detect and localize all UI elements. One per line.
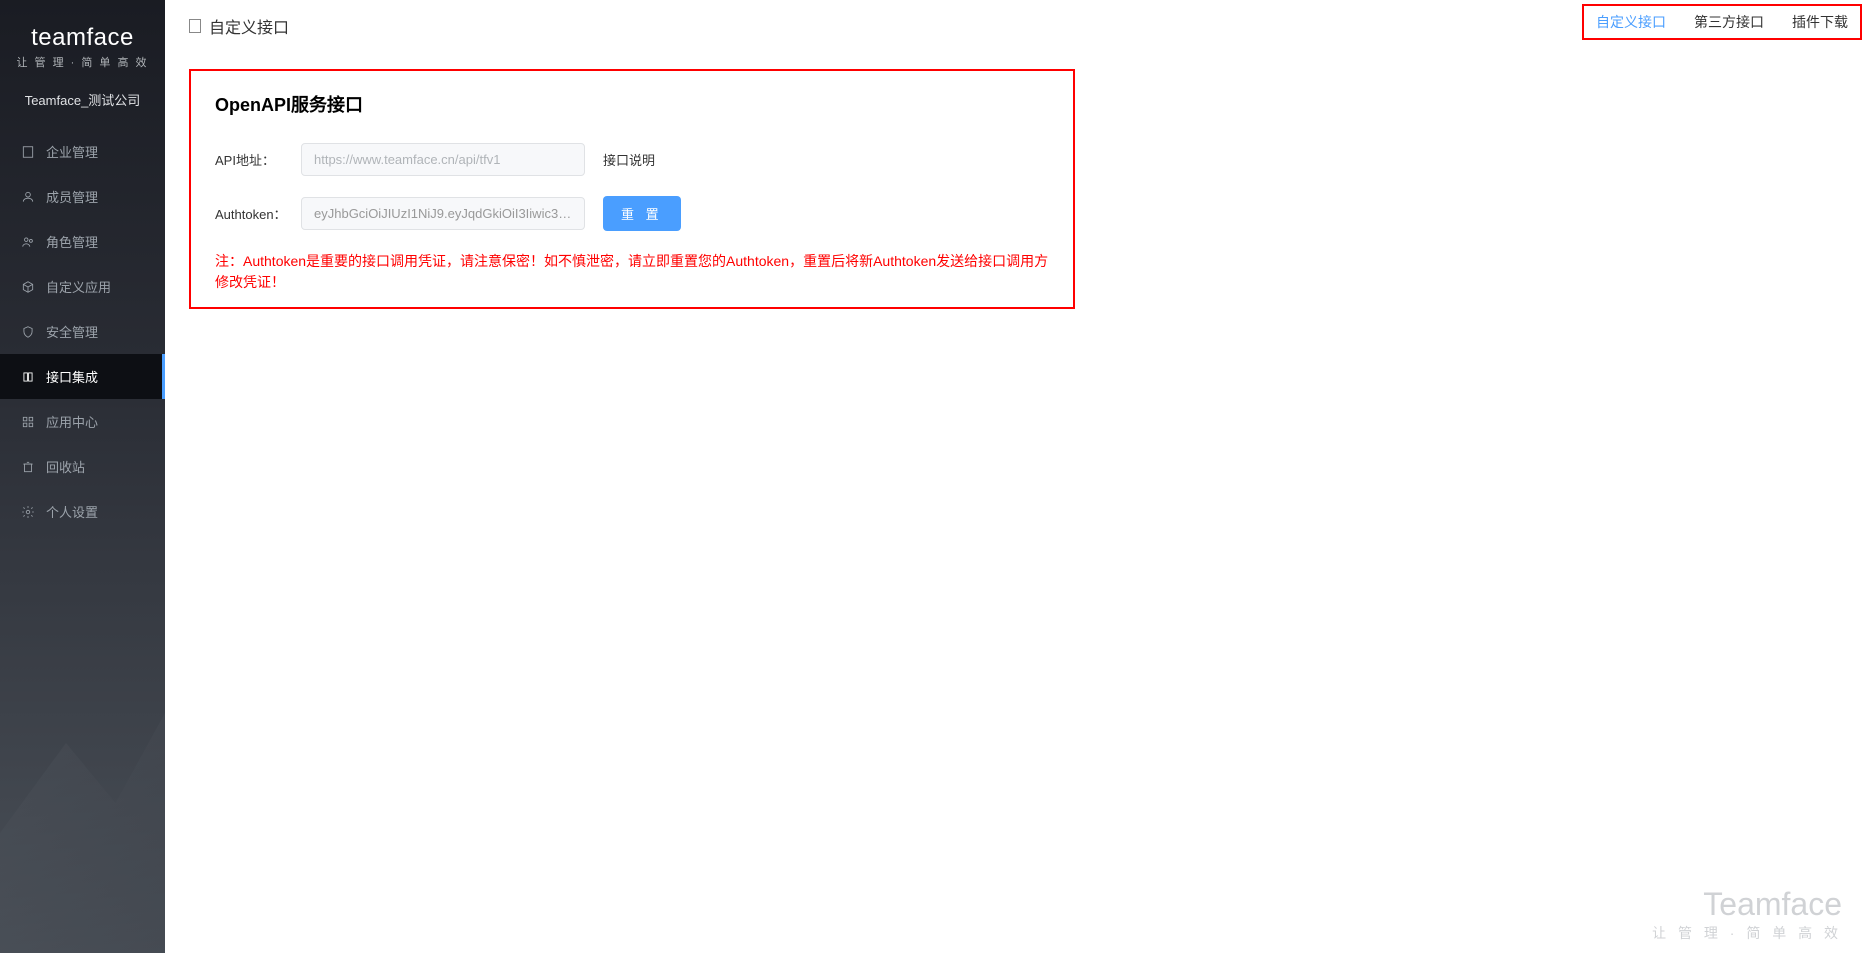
nav-label: 接口集成: [46, 367, 98, 386]
user-icon: [20, 189, 36, 205]
nav-label: 回收站: [46, 457, 85, 476]
shield-icon: [20, 324, 36, 340]
main-content: 自定义接口 自定义接口 第三方接口 插件下载 OpenAPI服务接口 API地址…: [165, 0, 1862, 953]
nav-item-roles[interactable]: 角色管理: [0, 219, 165, 264]
api-address-input[interactable]: [301, 143, 585, 176]
logo-text: teamface: [16, 24, 149, 52]
nav-item-security[interactable]: 安全管理: [0, 309, 165, 354]
nav-item-custom-app[interactable]: 自定义应用: [0, 264, 165, 309]
sidebar-bg-decoration: [0, 653, 165, 953]
nav-item-enterprise[interactable]: 企业管理: [0, 129, 165, 174]
gear-icon: [20, 504, 36, 520]
nav-item-personal[interactable]: 个人设置: [0, 489, 165, 534]
logo-subtitle: 让 管 理 · 简 单 高 效: [16, 54, 149, 70]
api-address-label: API地址：: [215, 150, 301, 169]
sidebar: teamface 让 管 理 · 简 单 高 效 Teamface_测试公司 企…: [0, 0, 165, 953]
watermark-sub: 让 管 理 · 简 单 高 效: [1652, 923, 1842, 943]
header-title-area: 自定义接口: [189, 14, 289, 38]
nav-label: 安全管理: [46, 322, 98, 341]
building-icon: [20, 144, 36, 160]
nav-label: 企业管理: [46, 142, 98, 161]
authtoken-row: Authtoken： 重 置: [215, 196, 1049, 231]
tab-plugin-download[interactable]: 插件下载: [1792, 12, 1848, 32]
nav-item-members[interactable]: 成员管理: [0, 174, 165, 219]
trash-icon: [20, 459, 36, 475]
users-icon: [20, 234, 36, 250]
nav-item-recycle[interactable]: 回收站: [0, 444, 165, 489]
nav-label: 应用中心: [46, 412, 98, 431]
tab-third-party-api[interactable]: 第三方接口: [1694, 12, 1764, 32]
api-address-row: API地址： 接口说明: [215, 143, 1049, 176]
logo-area: teamface 让 管 理 · 简 单 高 效: [0, 0, 165, 78]
api-doc-link[interactable]: 接口说明: [603, 150, 655, 169]
grid-icon: [20, 414, 36, 430]
reset-button[interactable]: 重 置: [603, 196, 681, 231]
tab-custom-api[interactable]: 自定义接口: [1596, 12, 1666, 32]
cube-icon: [20, 279, 36, 295]
watermark-main: Teamface: [1652, 886, 1842, 923]
plug-icon: [20, 369, 36, 385]
warning-text: 注：Authtoken是重要的接口调用凭证，请注意保密！如不慎泄密，请立即重置您…: [215, 251, 1049, 293]
nav-label: 个人设置: [46, 502, 98, 521]
watermark: Teamface 让 管 理 · 简 单 高 效: [1652, 886, 1842, 943]
openapi-panel: OpenAPI服务接口 API地址： 接口说明 Authtoken： 重 置 注…: [189, 69, 1075, 309]
page-title: 自定义接口: [209, 14, 289, 38]
page-icon: [189, 19, 201, 33]
authtoken-label: Authtoken：: [215, 204, 301, 223]
authtoken-input[interactable]: [301, 197, 585, 230]
nav-label: 角色管理: [46, 232, 98, 251]
header-tabs: 自定义接口 第三方接口 插件下载: [1582, 4, 1862, 40]
page-header: 自定义接口 自定义接口 第三方接口 插件下载: [165, 0, 1862, 53]
company-name: Teamface_测试公司: [0, 78, 165, 129]
content-area: OpenAPI服务接口 API地址： 接口说明 Authtoken： 重 置 注…: [165, 53, 1862, 325]
nav-item-api-integration[interactable]: 接口集成: [0, 354, 165, 399]
nav-label: 自定义应用: [46, 277, 111, 296]
nav-item-app-center[interactable]: 应用中心: [0, 399, 165, 444]
panel-title: OpenAPI服务接口: [215, 91, 1049, 117]
nav-label: 成员管理: [46, 187, 98, 206]
nav-list: 企业管理 成员管理 角色管理 自定义应用 安全管理 接口集成 应用中心 回收站: [0, 129, 165, 534]
